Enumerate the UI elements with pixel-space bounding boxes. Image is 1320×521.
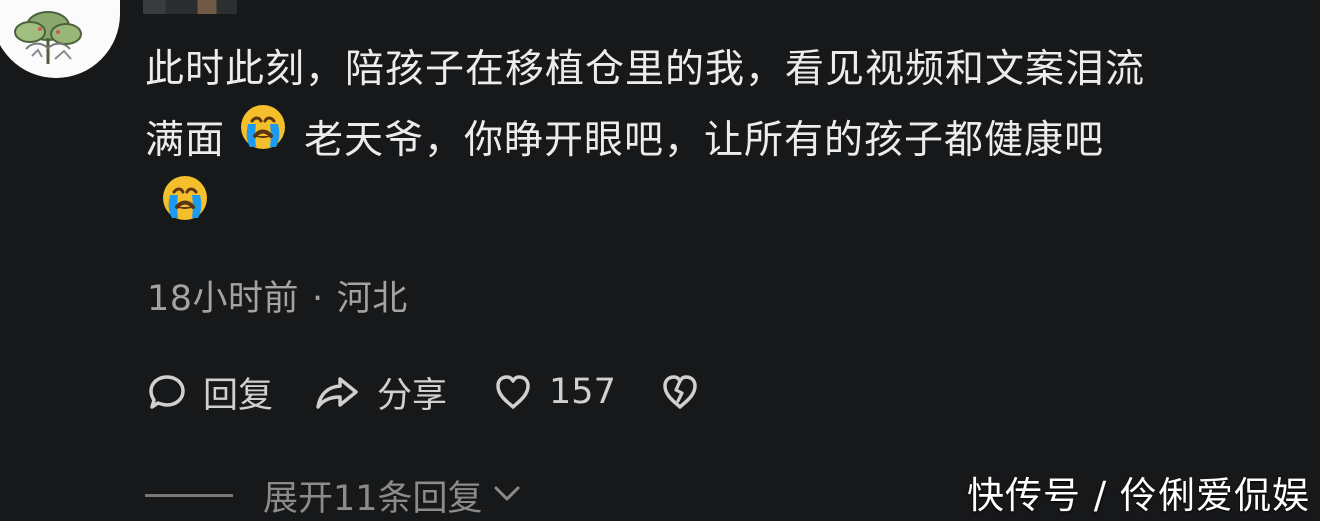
comment-text: 此时此刻，陪孩子在移植仓里的我，看见视频和文案泪流 满面 老天爷，你睁开眼吧，让… <box>145 34 1295 247</box>
comment-line-1: 此时此刻，陪孩子在移植仓里的我，看见视频和文案泪流 <box>145 47 1146 92</box>
reply-label: 回复 <box>203 375 274 416</box>
expand-replies-label: 展开11条回复 <box>263 479 483 519</box>
comment-line-3 <box>145 176 1295 247</box>
comment-line-2-start: 满面 <box>145 118 226 163</box>
expand-replies[interactable]: 展开11条回复 <box>145 470 524 521</box>
reply-divider-line <box>145 494 233 497</box>
share-button[interactable]: 分享 <box>313 367 447 418</box>
comment-line-2: 满面 老天爷，你睁开眼吧，让所有的孩子都健康吧 <box>145 105 1295 176</box>
like-count: 157 <box>549 372 616 412</box>
blurred-username <box>143 0 237 14</box>
heart-outline-icon <box>491 370 535 414</box>
reply-button[interactable]: 回复 <box>145 367 273 418</box>
plant-avatar-icon <box>14 11 82 64</box>
comment-line-2-end: 老天爷，你睁开眼吧，让所有的孩子都健康吧 <box>304 118 1105 163</box>
loudly-crying-face-icon <box>238 102 288 175</box>
like-button[interactable]: 157 <box>491 370 616 414</box>
chevron-down-icon <box>490 474 524 514</box>
share-arrow-icon <box>313 370 363 414</box>
comment-location: 河北 <box>336 279 408 319</box>
avatar[interactable] <box>0 0 120 78</box>
share-label: 分享 <box>377 375 448 416</box>
broken-heart-icon <box>658 370 702 414</box>
comment-actions: 回复 分享 157 <box>145 366 702 418</box>
comment-time: 18小时前 <box>147 279 300 319</box>
chat-bubble-icon <box>145 370 189 414</box>
loudly-crying-face-icon <box>160 173 210 246</box>
dislike-button[interactable] <box>658 370 702 414</box>
comment-meta: 18小时前 · 河北 <box>147 270 408 321</box>
meta-separator: · <box>312 279 324 319</box>
